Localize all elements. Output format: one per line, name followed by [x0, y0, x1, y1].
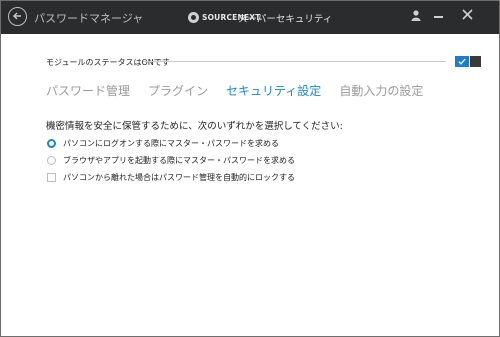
tab-security-settings[interactable]: セキュリティ設定: [226, 82, 321, 99]
toggle-knob[interactable]: [470, 56, 481, 67]
app-title: パスワードマネージャ: [34, 12, 144, 25]
tab-password-management[interactable]: パスワード管理: [46, 82, 130, 99]
tab-autofill-settings[interactable]: 自動入力の設定: [339, 82, 423, 99]
radio-button[interactable]: [47, 139, 56, 148]
tab-plugins[interactable]: プラグイン: [148, 82, 208, 99]
divider: [143, 61, 446, 62]
back-button[interactable]: [8, 7, 27, 26]
option-logon-master-password[interactable]: パソコンにログオンする際にマスター・パスワードを求める: [47, 138, 279, 149]
option-label: パソコンから離れた場合はパスワード管理を自動的にロックする: [63, 173, 295, 182]
checkmark-icon: [458, 58, 466, 65]
arrow-left-icon: [13, 12, 21, 20]
checkbox[interactable]: [47, 173, 56, 182]
option-app-launch-master-password[interactable]: ブラウザやアプリを起動する際にマスター・パスワードを求める: [47, 155, 295, 166]
radio-button[interactable]: [47, 156, 56, 165]
option-label: パソコンにログオンする際にマスター・パスワードを求める: [63, 139, 279, 148]
user-icon[interactable]: [411, 10, 421, 21]
app-window: パスワードマネージャ SOURCENEXT. スーパーセキュリティ モジュールの…: [0, 0, 500, 337]
option-label: ブラウザやアプリを起動する際にマスター・パスワードを求める: [63, 156, 295, 165]
module-toggle[interactable]: [455, 56, 469, 67]
title-bar: パスワードマネージャ SOURCENEXT. スーパーセキュリティ: [1, 1, 499, 34]
tab-bar: パスワード管理 プラグイン セキュリティ設定 自動入力の設定: [46, 82, 441, 99]
sourcenext-logo-icon: [188, 12, 199, 23]
module-status-label: モジュールのステータスはONです: [46, 58, 170, 67]
option-auto-lock[interactable]: パソコンから離れた場合はパスワード管理を自動的にロックする: [47, 172, 295, 183]
instruction-text: 機密情報を安全に保管するために、次のいずれかを選択してください:: [46, 121, 343, 132]
minimize-button[interactable]: [434, 16, 443, 18]
close-icon[interactable]: [462, 9, 473, 20]
product-name: スーパーセキュリティ: [238, 14, 333, 25]
